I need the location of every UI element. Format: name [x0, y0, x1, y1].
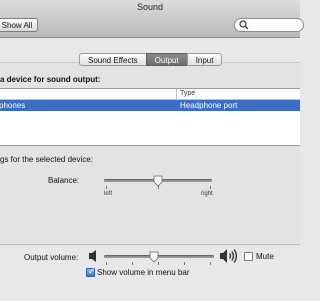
speaker-high-icon	[220, 249, 238, 263]
search-icon	[239, 20, 249, 30]
balance-slider-knob[interactable]	[153, 175, 163, 187]
tab-output[interactable]: Output	[145, 53, 188, 66]
volume-tick-4	[184, 262, 185, 265]
output-volume-slider-knob[interactable]	[149, 251, 159, 263]
balance-left-label: left	[104, 191, 113, 197]
device-type: Headphone port	[180, 101, 238, 110]
device-section-heading: a device for sound output:	[0, 75, 101, 84]
volume-tick-5	[210, 262, 211, 265]
tab-sound-effects[interactable]: Sound Effects	[79, 53, 147, 66]
device-name: phones	[0, 101, 26, 110]
settings-label: gs for the selected device:	[0, 155, 93, 164]
balance-tick-right	[210, 186, 211, 189]
show-volume-menu-bar-checkbox[interactable]: ✓	[86, 266, 96, 277]
window-titlebar: Sound Show All	[0, 0, 304, 38]
balance-tick-left	[106, 186, 107, 189]
device-list-header: Type	[0, 89, 300, 100]
list-item-headphones[interactable]: phones Headphone port	[0, 100, 300, 111]
volume-tick-2	[132, 262, 133, 265]
output-volume-label: Output volume:	[24, 253, 79, 262]
checkmark-icon: ✓	[88, 266, 96, 276]
balance-right-label: right	[201, 191, 213, 197]
device-list[interactable]: Type phones Headphone port	[0, 88, 300, 146]
search-input[interactable]	[234, 18, 304, 32]
column-header-type[interactable]: Type	[180, 89, 195, 99]
tab-input[interactable]: Input	[186, 53, 223, 66]
mute-checkbox[interactable]	[244, 252, 253, 261]
mute-label: Mute	[256, 252, 274, 261]
output-volume-slider-track[interactable]	[104, 255, 214, 258]
speaker-low-icon	[89, 250, 96, 262]
volume-tick-1	[106, 262, 107, 265]
show-all-button[interactable]: Show All	[0, 18, 38, 32]
show-volume-menu-bar-label: Show volume in menu bar	[97, 268, 190, 277]
column-header-name[interactable]	[0, 89, 177, 99]
tab-bar: Sound Effects Output Input	[79, 53, 223, 66]
balance-label: Balance:	[48, 176, 80, 185]
window-title: Sound	[136, 2, 164, 12]
